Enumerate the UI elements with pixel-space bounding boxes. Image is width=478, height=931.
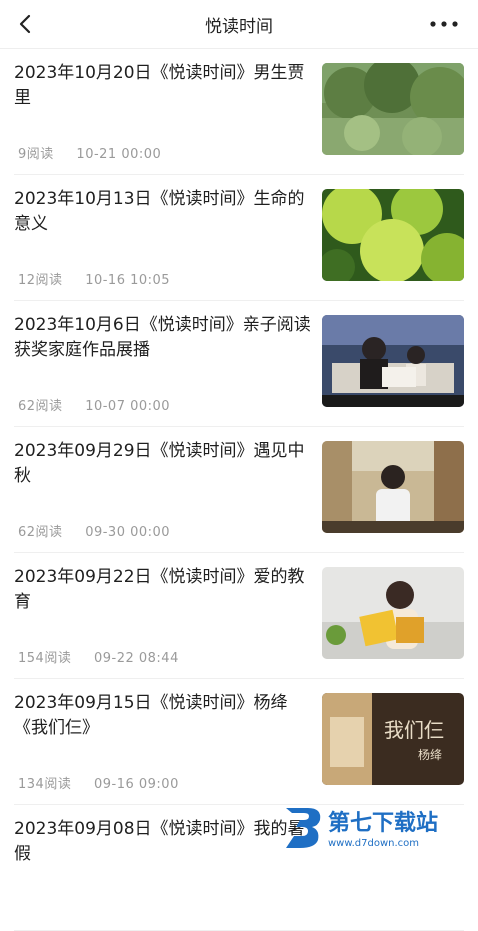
article-meta: 9阅读 10-21 00:00 (18, 143, 161, 162)
article-list: 2023年10月20日《悦读时间》男生贾里 9阅读 10-21 00:00 20… (0, 49, 478, 931)
article-meta: 12阅读 10-16 10:05 (18, 269, 170, 288)
article-thumbnail (322, 315, 464, 407)
article-meta: 154阅读 09-22 08:44 (18, 647, 179, 666)
article-thumbnail (322, 189, 464, 281)
more-dots-icon[interactable] (428, 12, 460, 36)
publish-time: 09-16 09:00 (93, 777, 179, 792)
publish-time: 09-30 00:00 (85, 525, 171, 540)
article-meta: 134阅读 09-16 09:00 (18, 773, 179, 792)
watermark-name: 第七下载站 (328, 810, 438, 836)
view-count: 62阅读 (18, 399, 63, 414)
article-item[interactable]: 2023年10月13日《悦读时间》生命的意义 12阅读 10-16 10:05 (14, 175, 464, 301)
page-title: 悦读时间 (205, 17, 273, 37)
top-nav-bar: 悦读时间 (0, 0, 478, 49)
publish-time: 10-21 00:00 (76, 147, 162, 162)
article-title: 2023年10月13日《悦读时间》生命的意义 (14, 189, 305, 234)
article-title: 2023年10月6日《悦读时间》亲子阅读获奖家庭作品展播 (14, 315, 311, 360)
article-thumbnail: 我们仨 杨绛 (322, 693, 464, 785)
publish-time: 09-22 08:44 (93, 651, 179, 666)
article-meta: 62阅读 10-07 00:00 (18, 395, 170, 414)
article-thumbnail (322, 63, 464, 155)
watermark-logo: 第七下载站 www.d7down.com (286, 808, 438, 849)
publish-time: 10-07 00:00 (85, 399, 171, 414)
publish-time: 10-16 10:05 (85, 273, 171, 288)
view-count: 154阅读 (18, 651, 72, 666)
article-thumbnail (322, 567, 464, 659)
article-item[interactable]: 2023年09月15日《悦读时间》杨绛《我们仨》 134阅读 09-16 09:… (14, 679, 464, 805)
thumbnail-author: 杨绛 (418, 747, 442, 762)
view-count: 12阅读 (18, 273, 63, 288)
thumbnail-caption: 我们仨 (384, 718, 444, 742)
article-item[interactable]: 2023年09月29日《悦读时间》遇见中秋 62阅读 09-30 00:00 (14, 427, 464, 553)
view-count: 134阅读 (18, 777, 72, 792)
article-title: 2023年09月08日《悦读时间》我的暑假 (14, 819, 305, 864)
article-title: 2023年09月22日《悦读时间》爱的教育 (14, 567, 305, 612)
article-item[interactable]: 2023年09月22日《悦读时间》爱的教育 154阅读 09-22 08:44 (14, 553, 464, 679)
article-meta: 62阅读 09-30 00:00 (18, 521, 170, 540)
article-title: 2023年10月20日《悦读时间》男生贾里 (14, 63, 305, 108)
view-count: 9阅读 (18, 147, 54, 162)
watermark-url: www.d7down.com (328, 838, 419, 849)
article-title: 2023年09月15日《悦读时间》杨绛《我们仨》 (14, 693, 288, 738)
article-thumbnail (322, 441, 464, 533)
article-item[interactable]: 2023年10月20日《悦读时间》男生贾里 9阅读 10-21 00:00 (14, 49, 464, 175)
article-title: 2023年09月29日《悦读时间》遇见中秋 (14, 441, 305, 486)
article-item[interactable]: 2023年10月6日《悦读时间》亲子阅读获奖家庭作品展播 62阅读 10-07 … (14, 301, 464, 427)
view-count: 62阅读 (18, 525, 63, 540)
